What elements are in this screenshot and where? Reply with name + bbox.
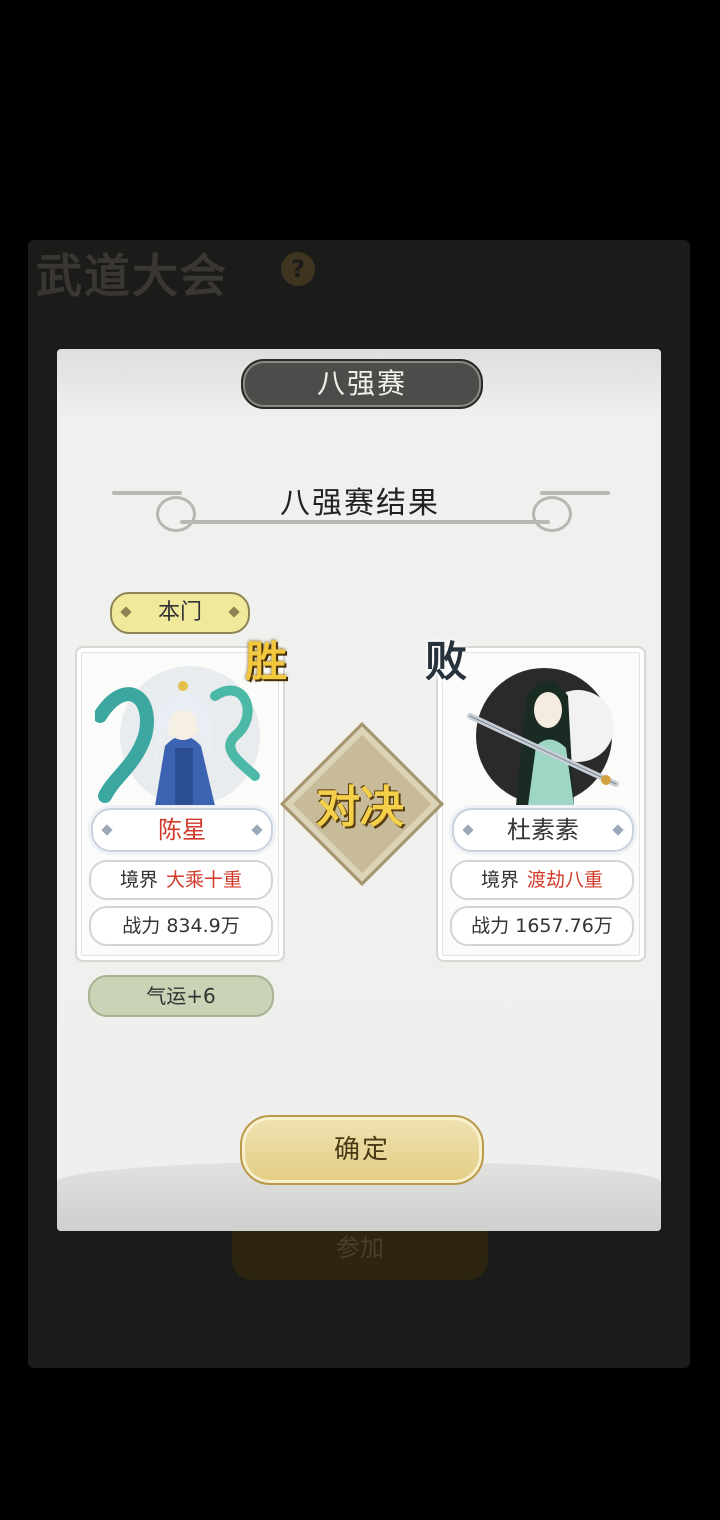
win-mark: 胜 <box>245 637 288 686</box>
diamond-icon <box>120 606 132 618</box>
fighter-name-right: 杜素素 <box>507 816 579 844</box>
dialog-tab-title: 八强赛 <box>241 359 483 409</box>
diamond-icon <box>462 824 474 836</box>
diamond-icon <box>101 824 113 836</box>
lose-mark: 败 <box>425 637 468 686</box>
fighter-name-left: 陈星 <box>158 816 206 844</box>
sect-tag-label: 本门 <box>157 600 202 625</box>
fighter-portrait-right <box>456 656 626 806</box>
sect-tag: 本门 <box>110 592 250 634</box>
power-value-left: 834.9万 <box>166 915 240 937</box>
confirm-button[interactable]: 确定 <box>240 1115 484 1185</box>
join-button: 参加 <box>232 1226 488 1280</box>
fighter-portrait-left <box>95 656 265 806</box>
realm-row-right: 境界 渡劫八重 <box>450 860 634 900</box>
help-icon[interactable]: ? <box>281 252 315 286</box>
fighter-name-plate-left: 陈星 <box>91 808 273 852</box>
realm-value-right: 渡劫八重 <box>527 869 604 891</box>
power-row-right: 战力 1657.76万 <box>450 906 634 946</box>
diamond-icon <box>612 824 624 836</box>
fighter-name-plate-right: 杜素素 <box>452 808 634 852</box>
fighter-card-left[interactable]: 陈星 境界 大乘十重 战力 834.9万 <box>75 646 285 962</box>
background-title: 武道大会 <box>36 249 228 303</box>
power-value-right: 1657.76万 <box>515 915 613 937</box>
power-label-left: 战力 <box>122 915 161 937</box>
realm-value-left: 大乘十重 <box>166 869 243 891</box>
vs-text: 对决 <box>316 782 404 833</box>
diamond-icon <box>251 824 263 836</box>
realm-label-left: 境界 <box>119 869 158 891</box>
luck-reward: 气运+6 <box>88 975 274 1017</box>
fighter-card-right[interactable]: 杜素素 境界 渡劫八重 战力 1657.76万 <box>436 646 646 962</box>
result-title: 八强赛结果 <box>280 486 440 521</box>
power-label-right: 战力 <box>471 915 510 937</box>
realm-row-left: 境界 大乘十重 <box>89 860 273 900</box>
diamond-icon <box>228 606 240 618</box>
realm-label-right: 境界 <box>480 869 519 891</box>
power-row-left: 战力 834.9万 <box>89 906 273 946</box>
